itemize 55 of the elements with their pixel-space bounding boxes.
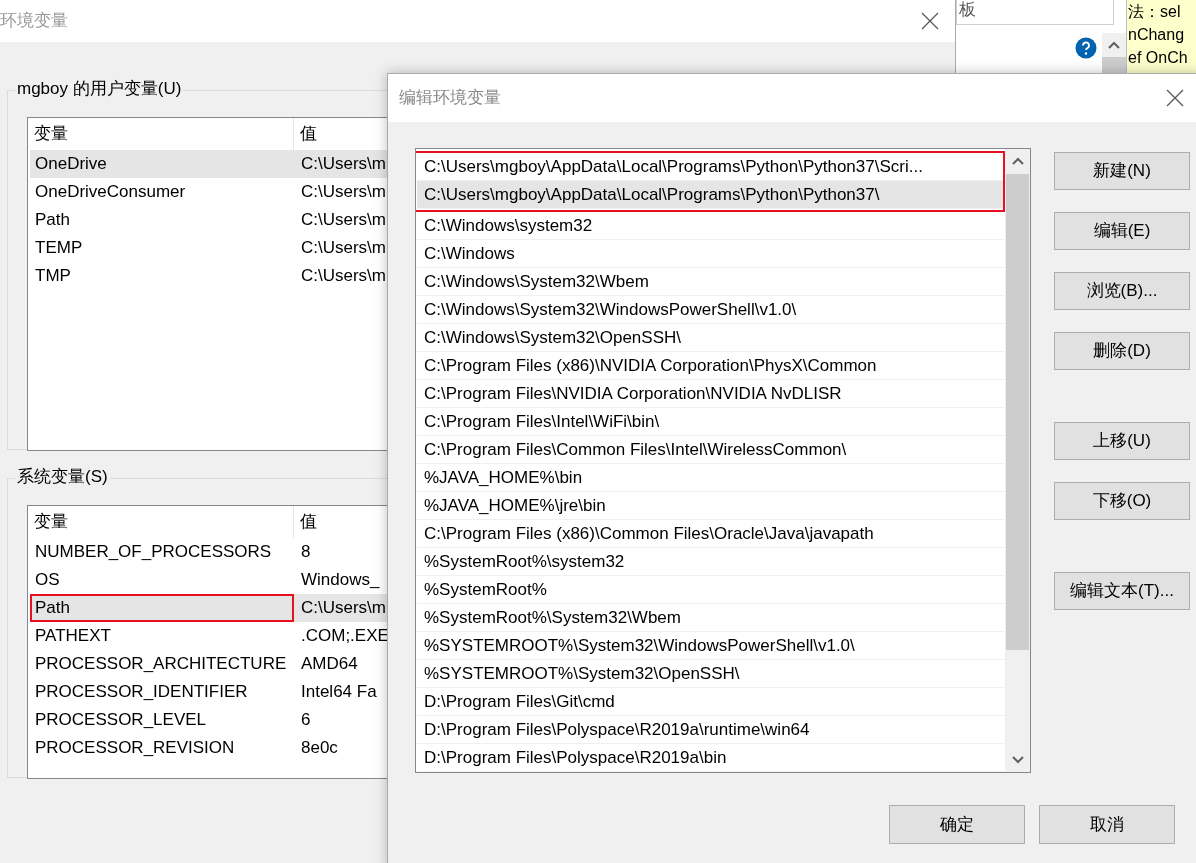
table-cell-text: NUMBER_OF_PROCESSORS [34,541,273,563]
side-button[interactable]: 编辑文本(T)... [1054,572,1190,610]
table-cell-text: C:\Users\m [300,153,386,175]
note-line: nChang [1127,25,1186,45]
table-cell-text: 6 [300,709,311,731]
table-cell-text: Windows_ [300,569,380,591]
dialog-title: 编辑环境变量 [399,87,501,110]
side-button[interactable]: 编辑(E) [1054,212,1190,250]
table-cell-text: Intel64 Fa [300,681,377,703]
note-line: 法：sel [1127,2,1182,22]
help-icon[interactable] [1075,37,1097,59]
group-title: mgboy 的用户变量(U) [15,78,184,100]
chevron-up-icon[interactable] [1011,157,1024,165]
table-cell-text: TMP [34,265,72,287]
table-cell-text: PATHEXT [34,625,112,647]
window-title: 环境变量 [0,10,68,33]
column-header[interactable]: 值 [294,506,317,538]
table-cell-text: OneDriveConsumer [34,181,187,203]
scrollbar[interactable] [1102,33,1126,73]
scrollbar[interactable] [1005,149,1030,772]
table-cell-text: OS [34,569,61,591]
note-line: ef OnCh [1127,48,1189,68]
dialog-button[interactable]: 取消 [1039,805,1175,844]
close-icon[interactable] [921,12,939,30]
table-cell-text: C:\Users\m [300,237,386,259]
column-header[interactable]: 值 [294,118,317,150]
side-button[interactable]: 浏览(B)... [1054,272,1190,310]
table-cell-text: C:\Users\m [300,209,386,231]
chevron-down-icon[interactable] [1011,756,1024,764]
group-title: 系统变量(S) [15,466,110,488]
text-field[interactable]: 板 [956,0,1114,25]
scrollbar-thumb[interactable] [1006,174,1029,650]
table-cell-text: C:\Users\m [300,597,386,619]
table-cell-text: PROCESSOR_IDENTIFIER [34,681,249,703]
table-cell-text: TEMP [34,237,84,259]
table-cell-text: OneDrive [34,153,108,175]
table-cell-text: .COM;.EXE [300,625,389,647]
table-cell-text: 8e0c [300,737,338,759]
side-button[interactable]: 新建(N) [1054,152,1190,190]
side-button[interactable]: 下移(O) [1054,482,1190,520]
close-icon[interactable] [1166,89,1184,107]
table-cell-text: 8 [300,541,311,563]
table-cell-text: C:\Users\m [300,265,386,287]
table-cell-text: PROCESSOR_REVISION [34,737,236,759]
path-item[interactable]: C:\Users\mgboy\AppData\Local\Programs\Python\Python37\ [417,181,1003,209]
side-button[interactable]: 删除(D) [1054,332,1190,370]
table-cell: Path [30,594,294,622]
dialog-button[interactable]: 确定 [889,805,1025,844]
side-button[interactable]: 上移(U) [1054,422,1190,460]
table-cell-text: PROCESSOR_ARCHITECTURE [34,653,288,675]
table-cell-text: PROCESSOR_LEVEL [34,709,207,731]
table-cell-text: AMD64 [300,653,358,675]
table-cell-text: Path [34,209,71,231]
chevron-up-icon[interactable] [1108,41,1120,49]
table-cell-text: C:\Users\m [300,181,386,203]
